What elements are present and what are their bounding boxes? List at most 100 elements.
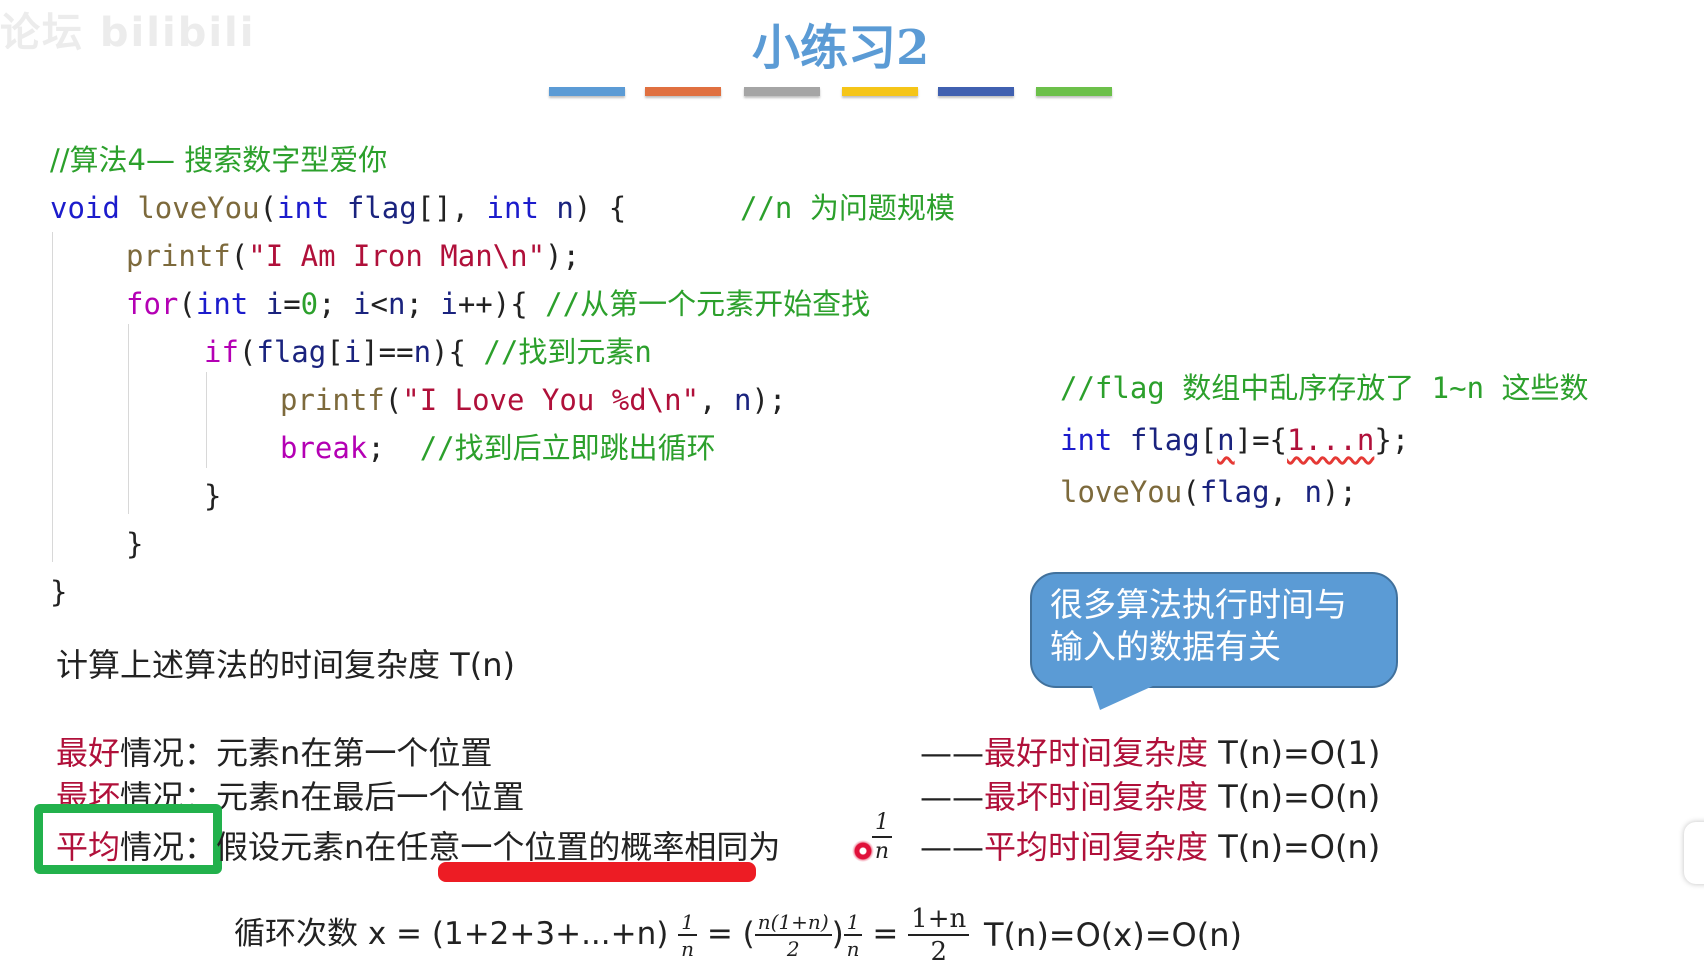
token-punct: ]={: [1234, 423, 1288, 457]
code-close-brace-function: }: [50, 575, 68, 609]
laser-pointer-cursor: [852, 840, 874, 862]
speech-bubble-tail: [1090, 680, 1166, 710]
code-line-break: break; //找到后立即跳出循环: [280, 424, 716, 472]
token-keyword: int: [277, 191, 330, 225]
average-complexity-value: T(n)=O(n): [1208, 828, 1381, 866]
token-string: "I Am Iron Man\n": [248, 239, 546, 273]
token-punct: ,: [699, 383, 734, 417]
token-punct: (: [230, 239, 249, 273]
token-keyword: int: [486, 191, 539, 225]
token-punct: ;: [367, 431, 385, 465]
frac3-den: n: [846, 937, 860, 961]
code-line-if: if(flag[i]==n){ //找到元素n: [204, 328, 652, 376]
indent-guide-3: [206, 372, 207, 468]
token-string: "I Love You %d\n": [402, 383, 700, 417]
token-keyword: int: [1060, 423, 1113, 457]
token-punct: };: [1374, 423, 1410, 457]
token-punct: [: [326, 335, 344, 369]
frac4-den: 2: [930, 937, 947, 967]
side-code-call: loveYou(flag, n);: [1060, 468, 1357, 516]
worst-complexity-label: 最坏时间复杂度: [984, 778, 1209, 816]
best-case-label-highlight: 最好: [56, 734, 121, 772]
token-variable: flag: [1199, 475, 1270, 509]
token-punct: ){: [431, 335, 484, 369]
token-punct: );: [751, 383, 787, 417]
token-variable-error: n: [1217, 423, 1235, 457]
token-punct: );: [1321, 475, 1357, 509]
token-keyword: void: [50, 191, 120, 225]
average-complexity-label: 平均时间复杂度: [984, 828, 1209, 866]
fraction-numerator: 1: [872, 812, 892, 838]
worst-complexity-value: T(n)=O(n): [1208, 778, 1381, 816]
token-punct: ++){: [457, 287, 546, 321]
dash: ——: [920, 778, 984, 816]
side-code-declaration: int flag[n]={1...n};: [1060, 416, 1409, 464]
code-line-for: for(int i=0; i<n; i++){ //从第一个元素开始查找: [126, 280, 870, 328]
average-case-label: 情况：: [120, 828, 217, 866]
average-case-result: ——平均时间复杂度 T(n)=O(n): [920, 822, 1380, 868]
code-line-printf-love: printf("I Love You %d\n", n);: [280, 376, 786, 424]
color-bar-3: [744, 87, 820, 96]
token-variable: flag: [1129, 423, 1200, 457]
token-variable: n: [413, 335, 432, 369]
token-punct: ) {: [573, 191, 627, 225]
loop-count-label: 循环次数 x = (1+2+3+...+n): [234, 916, 669, 952]
code-close-brace-if: }: [204, 479, 222, 513]
token-function: loveYou: [1060, 475, 1183, 509]
bubble-line-1: 很多算法执行时间与: [1050, 585, 1347, 624]
watermark: 论坛 bilibili: [0, 10, 256, 56]
token-number: 0: [300, 287, 319, 321]
complexity-question: 计算上述算法的时间复杂度 T(n): [56, 646, 515, 684]
token-variable: n: [733, 383, 752, 417]
token-punct: ]==: [361, 335, 414, 369]
token-control: if: [204, 335, 239, 369]
token-function: printf: [126, 239, 231, 273]
frac4-num: 1+n: [908, 906, 970, 936]
color-bar-2: [645, 87, 721, 96]
color-bar-4: [842, 87, 918, 96]
paren-close: ): [831, 916, 844, 952]
loop-complexity-result: T(n)=O(x)=O(n): [984, 916, 1242, 954]
token-variable: i: [343, 335, 362, 369]
token-variable: flag: [256, 335, 327, 369]
frac2-num: n(1+n): [754, 912, 832, 936]
color-bar-5: [938, 87, 1014, 96]
best-case-desc: 元素n在第一个位置: [216, 734, 493, 772]
token-variable: i: [353, 287, 371, 321]
token-variable: flag: [346, 191, 417, 225]
dash: ——: [920, 734, 984, 772]
best-case-line: 最好情况：元素n在第一个位置: [56, 728, 492, 774]
average-case-label-highlight: 平均: [56, 828, 121, 866]
equals-sign: =: [872, 916, 899, 952]
code-comment-problem-size: //n 为问题规模: [740, 191, 955, 225]
fraction-denominator: n: [874, 839, 890, 864]
speech-bubble-text: 很多算法执行时间与 输入的数据有关: [1050, 584, 1347, 668]
token-variable: n: [556, 191, 574, 225]
color-bar-1: [549, 87, 625, 96]
token-variable: n: [1304, 475, 1322, 509]
side-code-comment: //flag 数组中乱序存放了 1~n 这些数: [1060, 371, 1589, 405]
indent-guide-2: [128, 324, 129, 514]
token-punct: (: [384, 383, 403, 417]
token-punct: );: [545, 239, 580, 273]
slide-title: 小练习2: [752, 20, 930, 76]
token-control: for: [126, 287, 179, 321]
code-comment-header: //算法4— 搜索数字型爱你: [50, 143, 388, 177]
frac2-den: 2: [786, 937, 800, 961]
token-comment: //找到元素n: [483, 335, 652, 369]
token-punct: (: [1182, 475, 1200, 509]
token-punct: (: [238, 335, 257, 369]
code-close-brace-for: }: [126, 527, 144, 561]
loop-count-formula: 循环次数 x = (1+2+3+...+n) 1n = (n(1+n) 2) 1 n …: [234, 906, 970, 967]
average-case-line: 平均情况：假设元素n在任意一个位置的概率相同为: [56, 822, 780, 868]
color-bar-6: [1036, 87, 1112, 96]
token-punct: [],: [416, 191, 487, 225]
best-complexity-label: 最好时间复杂度: [984, 734, 1209, 772]
token-function: loveYou: [137, 191, 260, 225]
dash: ——: [920, 828, 984, 866]
token-punct: (: [259, 191, 277, 225]
token-punct: =: [283, 287, 301, 321]
token-punct: ,: [1269, 475, 1305, 509]
side-panel-handle[interactable]: [1684, 822, 1704, 884]
token-control: break: [280, 431, 368, 465]
